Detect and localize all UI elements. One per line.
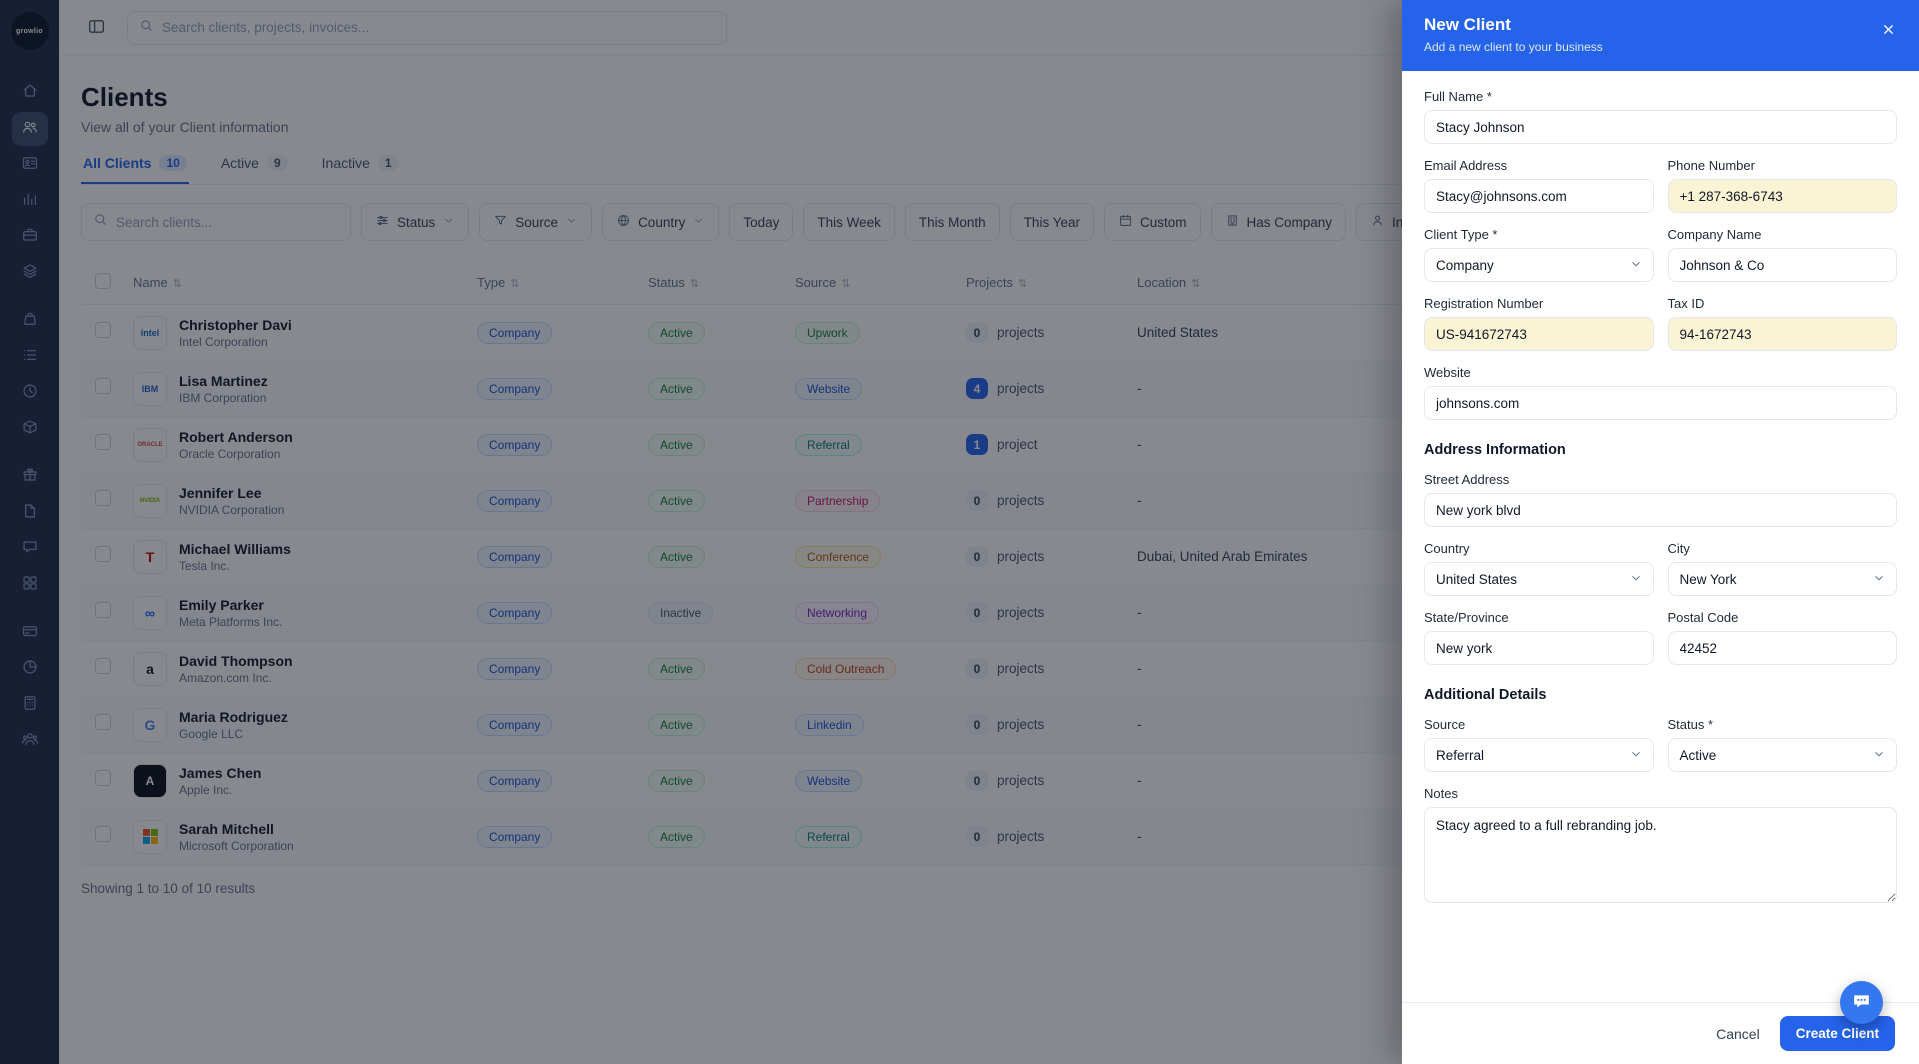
chevron-down-icon xyxy=(1629,747,1643,764)
company-name-label: Company Name xyxy=(1667,227,1762,242)
status-label: Status * xyxy=(1667,717,1714,732)
email-input[interactable] xyxy=(1424,179,1654,213)
country-label: Country xyxy=(1424,541,1470,556)
chevron-down-icon xyxy=(1872,571,1886,588)
city-label: City xyxy=(1667,541,1690,556)
website-input[interactable] xyxy=(1424,386,1897,420)
drawer-title: New Client xyxy=(1424,15,1511,34)
postal-code-input[interactable] xyxy=(1667,631,1897,665)
chevron-down-icon xyxy=(1629,571,1643,588)
registration-number-input[interactable] xyxy=(1424,317,1654,351)
chat-widget-button[interactable] xyxy=(1840,981,1883,1024)
state-input[interactable] xyxy=(1424,631,1654,665)
company-name-input[interactable] xyxy=(1667,248,1897,282)
chevron-down-icon xyxy=(1872,747,1886,764)
chat-bubble-icon xyxy=(1851,991,1872,1015)
notes-textarea[interactable]: Stacy agreed to a full rebranding job. xyxy=(1424,807,1897,903)
website-label: Website xyxy=(1424,365,1471,380)
street-address-label: Street Address xyxy=(1424,472,1510,487)
city-value: New York xyxy=(1679,571,1737,587)
tax-id-input[interactable] xyxy=(1667,317,1897,351)
postal-code-label: Postal Code xyxy=(1667,610,1739,625)
status-value: Active xyxy=(1679,747,1717,763)
client-type-label: Client Type * xyxy=(1424,227,1498,242)
client-type-select[interactable]: Company xyxy=(1424,248,1654,282)
full-name-label: Full Name * xyxy=(1424,89,1492,104)
source-value: Referral xyxy=(1436,747,1485,763)
close-icon xyxy=(1881,22,1896,40)
tax-id-label: Tax ID xyxy=(1667,296,1705,311)
country-select[interactable]: United States xyxy=(1424,562,1654,596)
state-label: State/Province xyxy=(1424,610,1509,625)
email-label: Email Address xyxy=(1424,158,1508,173)
address-section-heading: Address Information xyxy=(1424,442,1566,458)
cancel-button[interactable]: Cancel xyxy=(1716,1026,1760,1042)
drawer-subtitle: Add a new client to your business xyxy=(1424,40,1603,54)
client-type-value: Company xyxy=(1436,257,1494,273)
source-label: Source xyxy=(1424,717,1466,732)
source-select[interactable]: Referral xyxy=(1424,738,1654,772)
additional-details-heading: Additional Details xyxy=(1424,687,1547,703)
drawer-header: New Client Add a new client to your busi… xyxy=(1402,0,1919,71)
phone-label: Phone Number xyxy=(1667,158,1755,173)
create-client-button[interactable]: Create Client xyxy=(1779,1016,1895,1051)
registration-number-label: Registration Number xyxy=(1424,296,1544,311)
new-client-drawer: New Client Add a new client to your busi… xyxy=(1402,0,1919,1064)
drawer-form: Full Name * Email Address Phone Number C… xyxy=(1402,71,1919,1002)
chevron-down-icon xyxy=(1629,257,1643,274)
street-address-input[interactable] xyxy=(1424,493,1897,527)
country-value: United States xyxy=(1436,571,1518,587)
status-select[interactable]: Active xyxy=(1667,738,1897,772)
notes-label: Notes xyxy=(1424,786,1458,801)
close-button[interactable] xyxy=(1875,18,1901,44)
city-select[interactable]: New York xyxy=(1667,562,1897,596)
full-name-input[interactable] xyxy=(1424,110,1897,144)
phone-input[interactable] xyxy=(1667,179,1897,213)
